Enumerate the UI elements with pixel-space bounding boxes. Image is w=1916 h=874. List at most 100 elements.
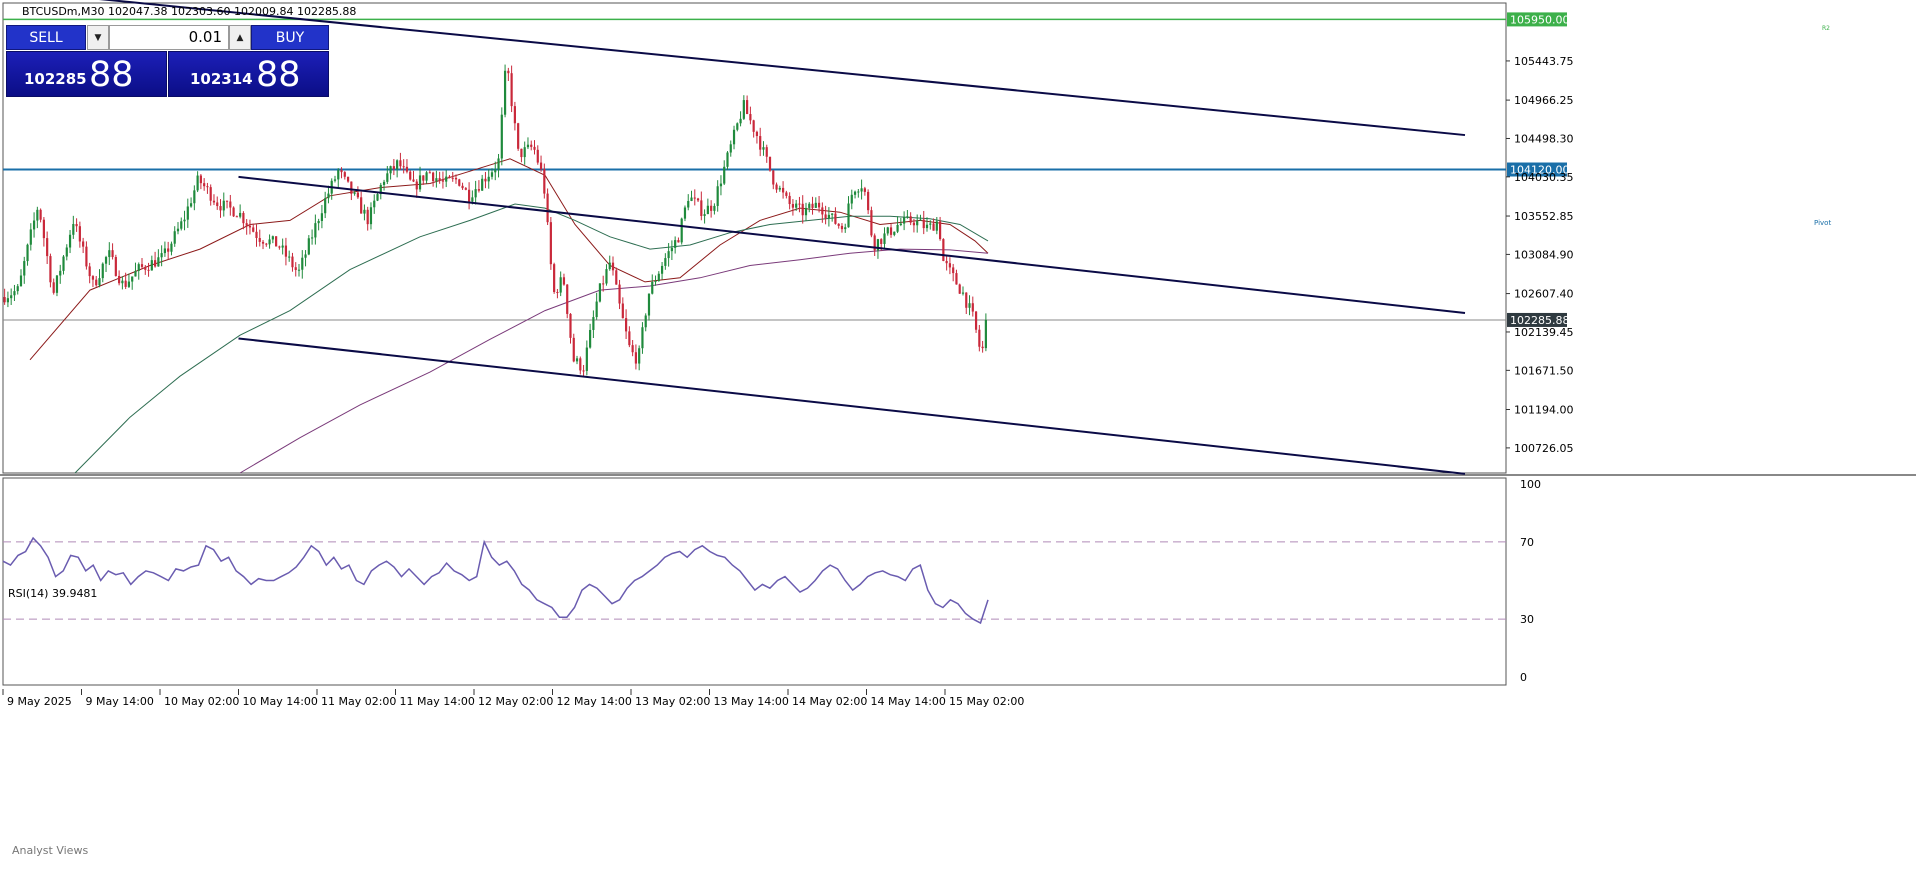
bear-candle-body [517, 123, 520, 149]
bull-candle-body [307, 238, 310, 255]
bull-candle-body [333, 179, 337, 181]
bear-candle-body [118, 275, 121, 284]
bear-candle-body [409, 171, 412, 180]
bull-candle-body [680, 218, 683, 243]
bull-candle-body [857, 191, 860, 193]
time-axis-label: 14 May 02:00 [792, 695, 867, 708]
bear-candle-body [3, 297, 6, 303]
rsi-title: RSI(14) 39.9481 [8, 587, 97, 600]
bear-candle-body [870, 210, 873, 236]
bull-candle-body [726, 152, 729, 167]
bull-candle-body [719, 183, 723, 187]
bear-candle-body [477, 189, 481, 191]
bull-candle-body [853, 191, 857, 195]
bull-candle-body [314, 223, 317, 238]
bull-candle-body [713, 205, 716, 211]
bull-candle-body [317, 220, 320, 224]
bull-candle-body [363, 209, 366, 214]
bull-candle-body [808, 203, 811, 208]
bear-candle-body [144, 266, 147, 270]
bear-candle-body [811, 203, 814, 208]
bull-candle-body [474, 189, 477, 198]
chart-canvas[interactable]: 105950.00104120.00102285.88 105443.75104… [0, 0, 1916, 874]
bull-candle-body [471, 197, 474, 202]
buy-button[interactable]: BUY [251, 25, 329, 50]
bull-candle-body [984, 319, 987, 349]
bull-candle-body [59, 270, 62, 276]
bear-candle-body [415, 181, 418, 190]
bull-candle-body [239, 212, 242, 217]
bull-candle-body [641, 327, 644, 349]
buy-price-box[interactable]: 102314 88 [168, 51, 329, 97]
bull-candle-body [271, 236, 274, 240]
bull-candle-body [13, 291, 16, 296]
bull-candle-body [660, 265, 664, 274]
rsi-axis-label: 70 [1520, 536, 1534, 549]
bear-candle-body [464, 188, 467, 190]
bear-candle-body [199, 175, 202, 184]
lot-increase-button[interactable]: ▲ [229, 25, 251, 50]
bear-candle-body [261, 241, 265, 244]
bear-candle-body [677, 240, 680, 243]
bull-candle-body [497, 158, 500, 170]
bull-candle-body [844, 227, 847, 230]
bear-candle-body [294, 267, 297, 270]
bull-candle-body [778, 187, 781, 190]
bull-candle-body [65, 247, 68, 257]
sell-button[interactable]: SELL [6, 25, 86, 50]
bear-candle-body [628, 331, 631, 346]
bull-candle-body [847, 203, 850, 228]
bear-candle-body [91, 276, 95, 280]
bull-candle-body [526, 144, 530, 148]
bear-candle-body [39, 209, 42, 220]
bear-candle-body [572, 337, 575, 362]
bear-candle-body [448, 176, 451, 178]
bull-candle-body [310, 237, 314, 239]
bear-candle-body [392, 166, 395, 170]
bull-candle-body [935, 221, 938, 231]
bull-candle-body [925, 224, 929, 229]
bear-candle-body [248, 225, 252, 228]
bull-candle-body [297, 269, 301, 271]
bull-candle-body [647, 293, 651, 316]
bear-candle-body [602, 283, 605, 285]
bull-candle-body [101, 263, 104, 279]
bear-candle-body [343, 172, 346, 177]
bear-candle-body [834, 213, 837, 224]
bull-candle-body [137, 264, 140, 271]
bear-candle-body [275, 236, 278, 247]
bear-candle-body [768, 156, 772, 171]
bear-candle-body [569, 313, 572, 338]
bear-candle-body [510, 73, 513, 107]
time-axis-label: 9 May 14:00 [86, 695, 154, 708]
bull-candle-body [651, 281, 654, 294]
bull-candle-body [268, 239, 271, 245]
bear-candle-body [356, 192, 359, 198]
bear-candle-body [52, 282, 55, 293]
bull-candle-body [595, 301, 598, 318]
bear-candle-body [225, 200, 229, 202]
bear-candle-body [147, 269, 150, 271]
bull-candle-body [795, 203, 798, 208]
time-axis-label: 15 May 02:00 [949, 695, 1024, 708]
bear-candle-body [981, 346, 984, 349]
bear-candle-body [451, 177, 454, 179]
channel-line [238, 337, 1466, 475]
price-axis-label: 102139.45 [1514, 326, 1574, 339]
bull-candle-body [55, 275, 59, 293]
bear-candle-body [206, 186, 209, 188]
time-axis-label: 13 May 02:00 [635, 695, 710, 708]
chart-window[interactable]: 105950.00 104120.00 102285.88 105443.75 104… [0, 0, 1916, 874]
sell-price-box[interactable]: 102285 88 [6, 51, 167, 97]
lot-size-input[interactable]: 0.01 [109, 25, 229, 50]
time-axis-label: 11 May 02:00 [321, 695, 396, 708]
analyst-views-tab[interactable]: Analyst Views [12, 844, 88, 857]
bear-candle-body [124, 280, 127, 287]
bear-candle-body [781, 187, 785, 193]
bear-candle-body [700, 200, 703, 216]
bear-candle-body [78, 226, 81, 242]
bull-candle-body [170, 243, 173, 252]
bear-candle-body [507, 70, 510, 74]
lot-decrease-button[interactable]: ▼ [87, 25, 109, 50]
chevron-up-icon: ▲ [236, 32, 244, 43]
